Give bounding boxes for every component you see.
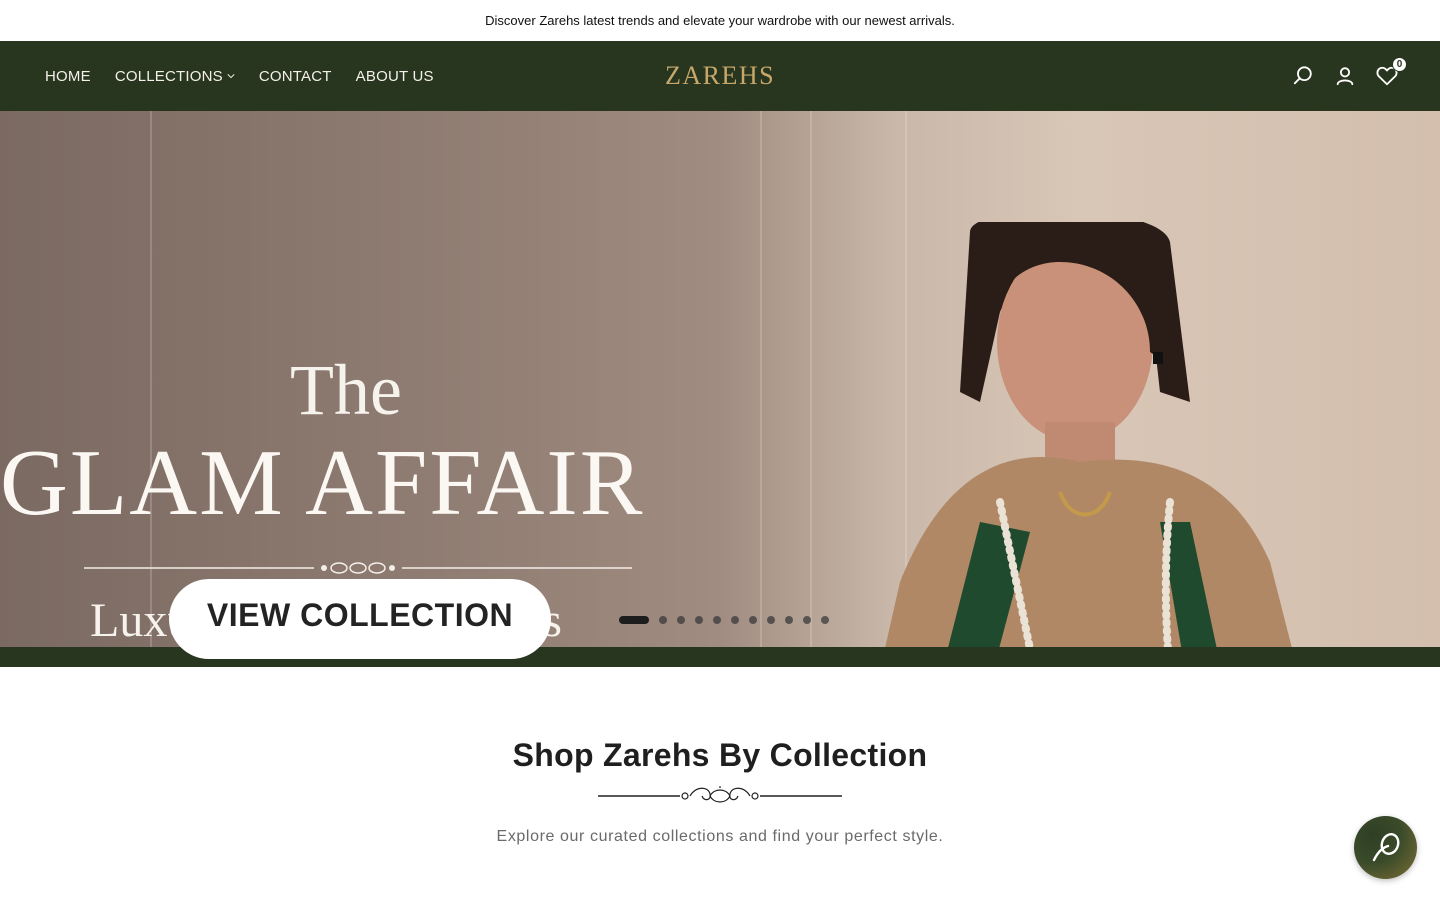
account-button[interactable] [1334,65,1356,87]
nav-home[interactable]: HOME [45,68,91,85]
slider-dot[interactable] [821,616,829,624]
slider-dot[interactable] [659,616,667,624]
chat-icon [1372,832,1399,861]
account-icon [1336,67,1354,86]
search-button[interactable] [1292,65,1314,87]
ornament-divider-icon [84,562,632,574]
slider-dot[interactable] [619,616,649,624]
wall-panel-line [810,111,812,647]
slider-dot[interactable] [695,616,703,624]
chat-launcher-button[interactable] [1354,816,1417,879]
slider-dot[interactable] [731,616,739,624]
section-title: Shop Zarehs By Collection [512,737,928,773]
announcement-text: Discover Zarehs latest trends and elevat… [485,13,955,28]
slider-dot[interactable] [749,616,757,624]
nav-contact[interactable]: CONTACT [259,68,332,85]
hero-slideshow[interactable]: The GLAM AFFAIR Luxury Heirloom Pieces [0,111,1440,647]
slider-dot[interactable] [803,616,811,624]
nav-contact-label: CONTACT [258,67,332,85]
hero-title: GLAM AFFAIR [0,431,645,535]
slider-dot[interactable] [713,616,721,624]
wishlist-button[interactable]: 0 [1376,57,1407,87]
nav-about-label: ABOUT US [355,67,434,85]
slider-dot[interactable] [677,616,685,624]
header-icons: 0 [1292,41,1407,111]
ornament-divider-icon [598,786,842,803]
nav-collections[interactable]: COLLECTIONS [115,68,235,85]
nav-home-label: HOME [45,67,91,85]
slider-dot[interactable] [767,616,775,624]
view-collection-button[interactable]: VIEW COLLECTION [169,579,551,659]
search-icon [1293,66,1312,85]
hero-line1: The [290,350,402,430]
slider-pagination [619,616,829,624]
section-subtitle: Explore our curated collections and find… [496,828,944,845]
main-nav: HOME COLLECTIONS CONTACT ABOUT US [45,68,434,85]
model-photo [885,222,1292,647]
brand-logo[interactable]: ZAREHS [665,61,775,91]
slider-dot[interactable] [785,616,793,624]
chevron-down-icon [227,74,235,79]
nav-collections-label: COLLECTIONS [114,67,223,85]
wishlist-count-badge: 0 [1392,57,1407,72]
nav-about-us[interactable]: ABOUT US [356,68,434,85]
announcement-bar: Discover Zarehs latest trends and elevat… [0,0,1440,41]
wall-panel-line [760,111,762,647]
site-header: HOME COLLECTIONS CONTACT ABOUT US ZAREHS… [0,41,1440,111]
